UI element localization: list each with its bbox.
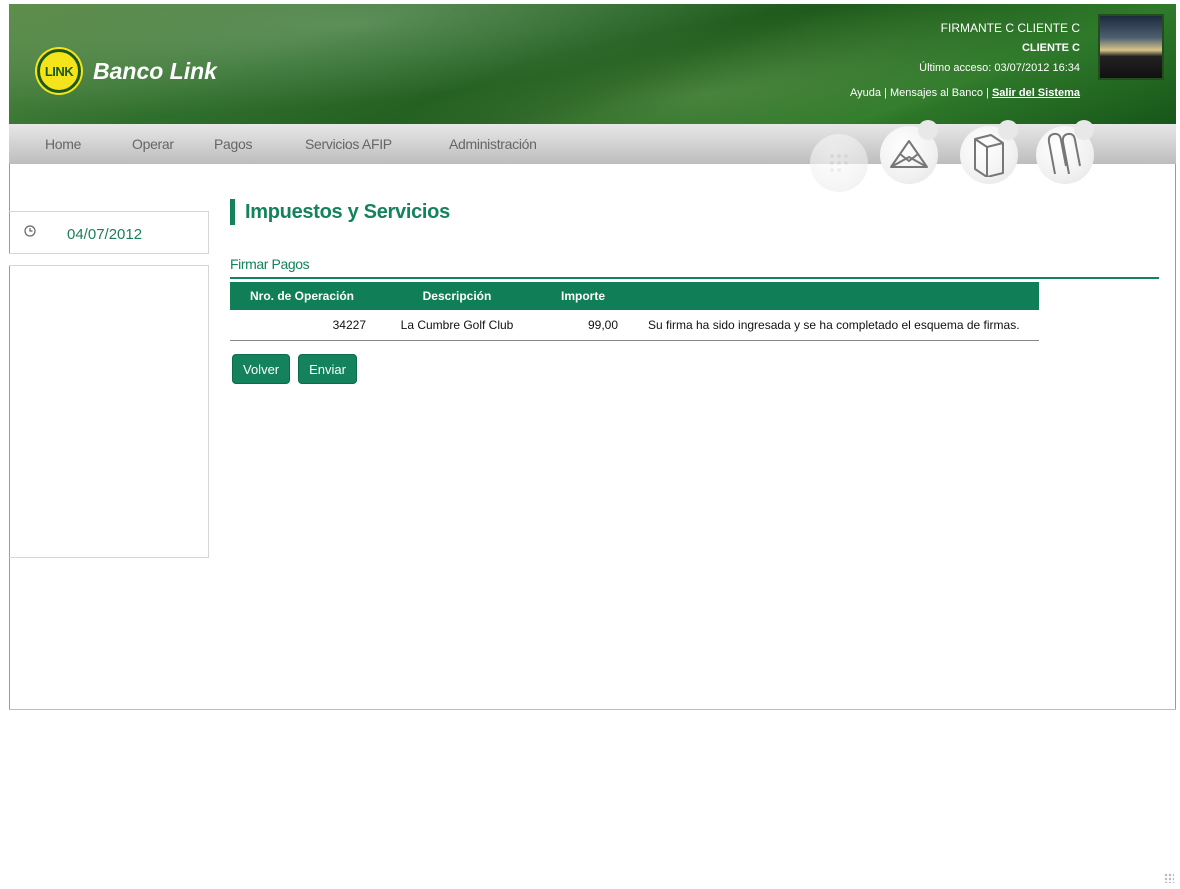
nav-operar[interactable]: Operar: [132, 136, 174, 152]
table-header-row: Nro. de Operación Descripción Importe: [230, 282, 1039, 310]
column-header-operation: Nro. de Operación: [230, 282, 374, 310]
sidebar-divider: [9, 254, 209, 266]
user-info: FIRMANTE C CLIENTE C CLIENTE C Último ac…: [850, 18, 1080, 103]
page-title: Impuestos y Servicios: [230, 199, 450, 225]
section-divider: [230, 277, 1159, 279]
sidebar: 04/07/2012: [9, 211, 209, 558]
calendar-icon[interactable]: [810, 134, 868, 192]
payments-table: Nro. de Operación Descripción Importe 34…: [230, 282, 1039, 341]
paperclip-icon[interactable]: [1036, 120, 1094, 184]
date-panel: 04/07/2012: [9, 211, 209, 254]
section-title: Firmar Pagos: [230, 256, 310, 272]
clock-icon: [24, 225, 36, 237]
column-header-description: Descripción: [374, 282, 540, 310]
folder-icon[interactable]: [960, 120, 1018, 184]
signer-name: FIRMANTE C CLIENTE C: [940, 21, 1080, 35]
bank-logo[interactable]: LINK Banco Link: [37, 49, 217, 93]
resize-grip-icon[interactable]: [1164, 873, 1174, 883]
footer: [9, 709, 1176, 746]
last-access: Último acceso: 03/07/2012 16:34: [919, 62, 1080, 74]
nav-icon-group: [810, 120, 1130, 194]
link-separator: |: [884, 87, 887, 99]
nav-home[interactable]: Home: [45, 136, 81, 152]
column-header-status: [626, 282, 1039, 310]
nav-pagos[interactable]: Pagos: [214, 136, 253, 152]
operation-number: 34227: [332, 318, 366, 332]
current-date: 04/07/2012: [67, 226, 143, 243]
nav-servicios-afip[interactable]: Servicios AFIP: [305, 136, 392, 152]
payment-amount: 99,00: [587, 318, 618, 332]
logo-mark-text: LINK: [44, 63, 74, 79]
payment-description: La Cumbre Golf Club: [400, 318, 514, 332]
header-banner: LINK Banco Link FIRMANTE C CLIENTE C CLI…: [9, 4, 1176, 124]
messages-link[interactable]: Mensajes al Banco: [890, 87, 983, 99]
status-message: Su firma ha sido ingresada y se ha compl…: [648, 318, 1020, 332]
client-name: CLIENTE C: [1021, 42, 1080, 54]
envelope-icon[interactable]: [880, 120, 938, 184]
column-header-amount: Importe: [540, 282, 626, 310]
nav-administracion[interactable]: Administración: [449, 136, 537, 152]
action-buttons: Volver Enviar: [232, 354, 357, 384]
back-button[interactable]: Volver: [232, 354, 291, 384]
table-row: 34227 La Cumbre Golf Club 99,00 Su firma…: [230, 310, 1039, 341]
header-links: Ayuda | Mensajes al Banco | Salir del Si…: [850, 83, 1080, 103]
user-avatar: [1098, 14, 1164, 80]
link-separator: |: [986, 87, 989, 99]
help-link[interactable]: Ayuda: [850, 87, 881, 99]
logout-link[interactable]: Salir del Sistema: [992, 87, 1080, 99]
link-logo-icon: LINK: [37, 49, 81, 93]
send-button[interactable]: Enviar: [298, 354, 357, 384]
bank-name: Banco Link: [93, 57, 217, 84]
